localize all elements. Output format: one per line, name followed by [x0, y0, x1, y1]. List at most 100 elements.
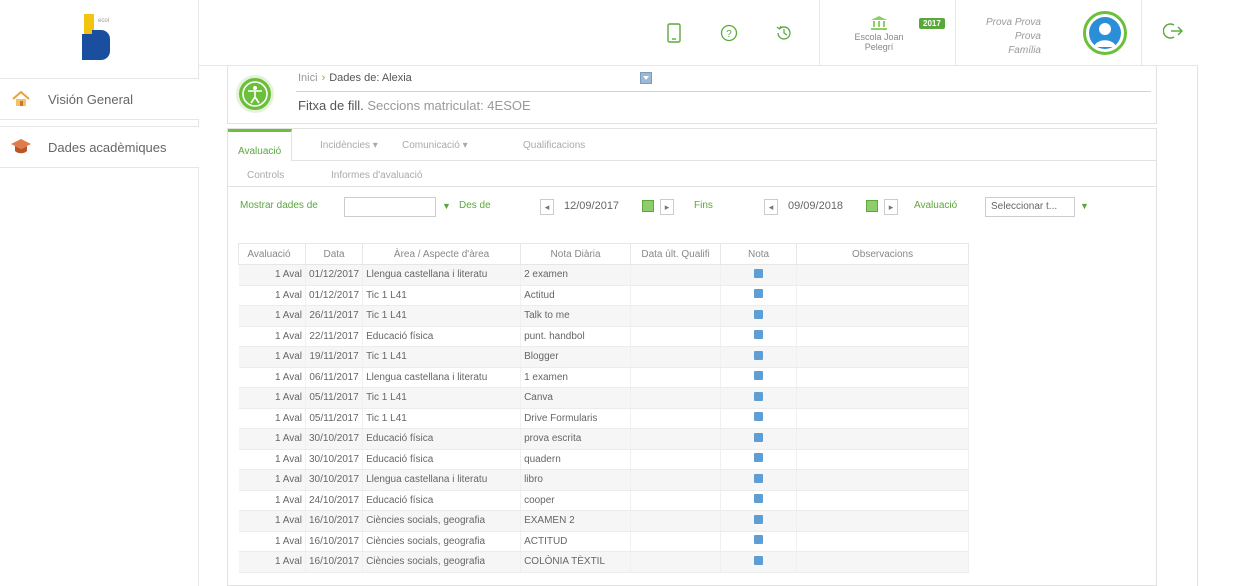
calendar-icon[interactable] — [754, 555, 764, 565]
cell-nota-diaria[interactable]: Actitud — [520, 285, 632, 306]
to-date[interactable]: 09/09/2018 — [788, 200, 843, 212]
cell-nota-diaria[interactable]: EXAMEN 2 — [520, 510, 632, 532]
history-icon[interactable] — [771, 20, 797, 46]
cell-nota[interactable] — [720, 531, 798, 552]
cell-nota[interactable] — [720, 449, 798, 470]
calendar-icon[interactable] — [754, 391, 764, 401]
cell-nota-diaria[interactable]: prova escrita — [520, 428, 632, 450]
cell-nota-diaria[interactable]: quadern — [520, 449, 632, 470]
tab-incidencies[interactable]: Incidències ▾ — [320, 140, 378, 151]
calendar-icon[interactable] — [754, 350, 764, 360]
cell-nota[interactable] — [720, 551, 798, 573]
table-row[interactable]: 1 Aval 30/10/2017 Llengua castellana i lit… — [238, 469, 970, 491]
chevron-down-icon[interactable]: ▼ — [1080, 201, 1089, 211]
mobile-icon[interactable] — [661, 20, 687, 46]
show-select[interactable] — [344, 197, 436, 217]
column-header[interactable]: Avaluació — [238, 243, 306, 265]
calendar-icon[interactable] — [754, 432, 764, 442]
cell-nota-diaria[interactable]: cooper — [520, 490, 632, 511]
sidebar-item-vision-general[interactable]: Visión General — [0, 78, 199, 120]
eval-select[interactable]: Seleccionar t... — [985, 197, 1075, 217]
next-to-button[interactable]: ▸ — [884, 199, 898, 215]
cell-nota-diaria[interactable]: ACTITUD — [520, 531, 632, 552]
calendar-icon[interactable] — [754, 494, 764, 504]
table-row[interactable]: 1 Aval 06/11/2017 Llengua castellana i lit… — [238, 367, 970, 388]
chevron-down-icon[interactable]: ▼ — [442, 201, 451, 211]
cell-nota[interactable] — [720, 387, 798, 409]
column-header[interactable]: Data — [304, 243, 364, 265]
cell-observacions — [796, 305, 970, 327]
calendar-icon[interactable] — [754, 473, 764, 483]
calendar-icon[interactable] — [754, 535, 764, 545]
table-row[interactable]: 1 Aval 16/10/2017 Ciències socials, geogra… — [238, 531, 970, 552]
avatar[interactable] — [1083, 11, 1127, 55]
next-from-button[interactable]: ▸ — [660, 199, 674, 215]
cell-nota-diaria[interactable]: punt. handbol — [520, 326, 632, 347]
calendar-icon[interactable] — [754, 514, 764, 524]
calendar-icon[interactable] — [754, 371, 764, 381]
column-header[interactable]: Nota — [720, 243, 798, 265]
cell-nota[interactable] — [720, 367, 798, 388]
calendar-icon[interactable] — [754, 330, 764, 340]
cell-nota[interactable] — [720, 264, 798, 286]
cell-nota-diaria[interactable]: Canva — [520, 387, 632, 409]
student-select[interactable]: Dades de: Alexia — [329, 72, 412, 84]
cell-nota-diaria[interactable]: Drive Formularis — [520, 408, 632, 429]
calendar-icon[interactable] — [754, 309, 764, 319]
column-header[interactable]: Àrea / Aspecte d'àrea — [362, 243, 522, 265]
sidebar-item-dades-academiques[interactable]: Dades acadèmiques — [0, 126, 199, 168]
cell-nota[interactable] — [720, 469, 798, 491]
cell-nota-diaria[interactable]: libro — [520, 469, 632, 491]
calendar-icon[interactable] — [754, 289, 764, 299]
table-row[interactable]: 1 Aval 05/11/2017 Tic 1 L41 Canva — [238, 387, 970, 409]
cell-nota[interactable] — [720, 285, 798, 306]
app-logo[interactable]: ecol — [72, 14, 118, 62]
calendar-icon[interactable] — [754, 268, 764, 278]
subtab-informes[interactable]: Informes d'avaluació — [331, 170, 422, 181]
cell-nota-diaria[interactable]: 1 examen — [520, 367, 632, 388]
calendar-icon[interactable] — [754, 412, 764, 422]
table-row[interactable]: 1 Aval 16/10/2017 Ciències socials, geogra… — [238, 551, 970, 573]
cell-nota[interactable] — [720, 305, 798, 327]
cell-nota-diaria[interactable]: Talk to me — [520, 305, 632, 327]
cell-nota[interactable] — [720, 346, 798, 368]
cell-nota-diaria[interactable]: COLÒNIA TÈXTIL — [520, 551, 632, 573]
table-row[interactable]: 1 Aval 22/11/2017 Educació física punt. han… — [238, 326, 970, 347]
column-header[interactable]: Data últ. Qualifi — [630, 243, 722, 265]
user-info[interactable]: Prova Prova Prova Família — [959, 16, 1041, 58]
calendar-icon[interactable] — [866, 200, 878, 212]
table-row[interactable]: 1 Aval 24/10/2017 Educació física cooper — [238, 490, 970, 511]
logout-icon[interactable] — [1162, 22, 1183, 45]
prev-to-button[interactable]: ◂ — [764, 199, 778, 215]
tab-comunicacio[interactable]: Comunicació ▾ — [402, 140, 468, 151]
cell-nota[interactable] — [720, 510, 798, 532]
tab-qualificacions[interactable]: Qualificacions — [523, 140, 585, 151]
table-row[interactable]: 1 Aval 30/10/2017 Educació física prova esc… — [238, 428, 970, 450]
calendar-icon[interactable] — [754, 453, 764, 463]
cell-nota-diaria[interactable]: 2 examen — [520, 264, 632, 286]
table-row[interactable]: 1 Aval 30/10/2017 Educació física quadern — [238, 449, 970, 470]
from-date[interactable]: 12/09/2017 — [564, 200, 619, 212]
table-row[interactable]: 1 Aval 01/12/2017 Tic 1 L41 Actitud — [238, 285, 970, 306]
cell-data-ult — [630, 285, 722, 306]
table-row[interactable]: 1 Aval 16/10/2017 Ciències socials, geogra… — [238, 510, 970, 532]
column-header[interactable]: Observacions — [796, 243, 970, 265]
help-icon[interactable]: ? — [716, 20, 742, 46]
table-row[interactable]: 1 Aval 01/12/2017 Llengua castellana i lit… — [238, 264, 970, 286]
cell-nota[interactable] — [720, 428, 798, 450]
cell-nota[interactable] — [720, 326, 798, 347]
school-info[interactable]: Escola Joan Pelegrí — [839, 16, 919, 52]
table-row[interactable]: 1 Aval 05/11/2017 Tic 1 L41 Drive Formulari… — [238, 408, 970, 429]
cell-nota-diaria[interactable]: Blogger — [520, 346, 632, 368]
breadcrumb-home[interactable]: Inici — [298, 72, 318, 84]
prev-from-button[interactable]: ◂ — [540, 199, 554, 215]
calendar-icon[interactable] — [642, 200, 654, 212]
cell-nota[interactable] — [720, 490, 798, 511]
tab-avaluacio[interactable]: Avaluació — [228, 129, 293, 161]
cell-nota[interactable] — [720, 408, 798, 429]
subtab-controls[interactable]: Controls — [247, 170, 284, 181]
table-row[interactable]: 1 Aval 26/11/2017 Tic 1 L41 Talk to me — [238, 305, 970, 327]
table-row[interactable]: 1 Aval 19/11/2017 Tic 1 L41 Blogger — [238, 346, 970, 368]
column-header[interactable]: Nota Diària — [520, 243, 632, 265]
chevron-down-icon[interactable] — [640, 72, 652, 84]
